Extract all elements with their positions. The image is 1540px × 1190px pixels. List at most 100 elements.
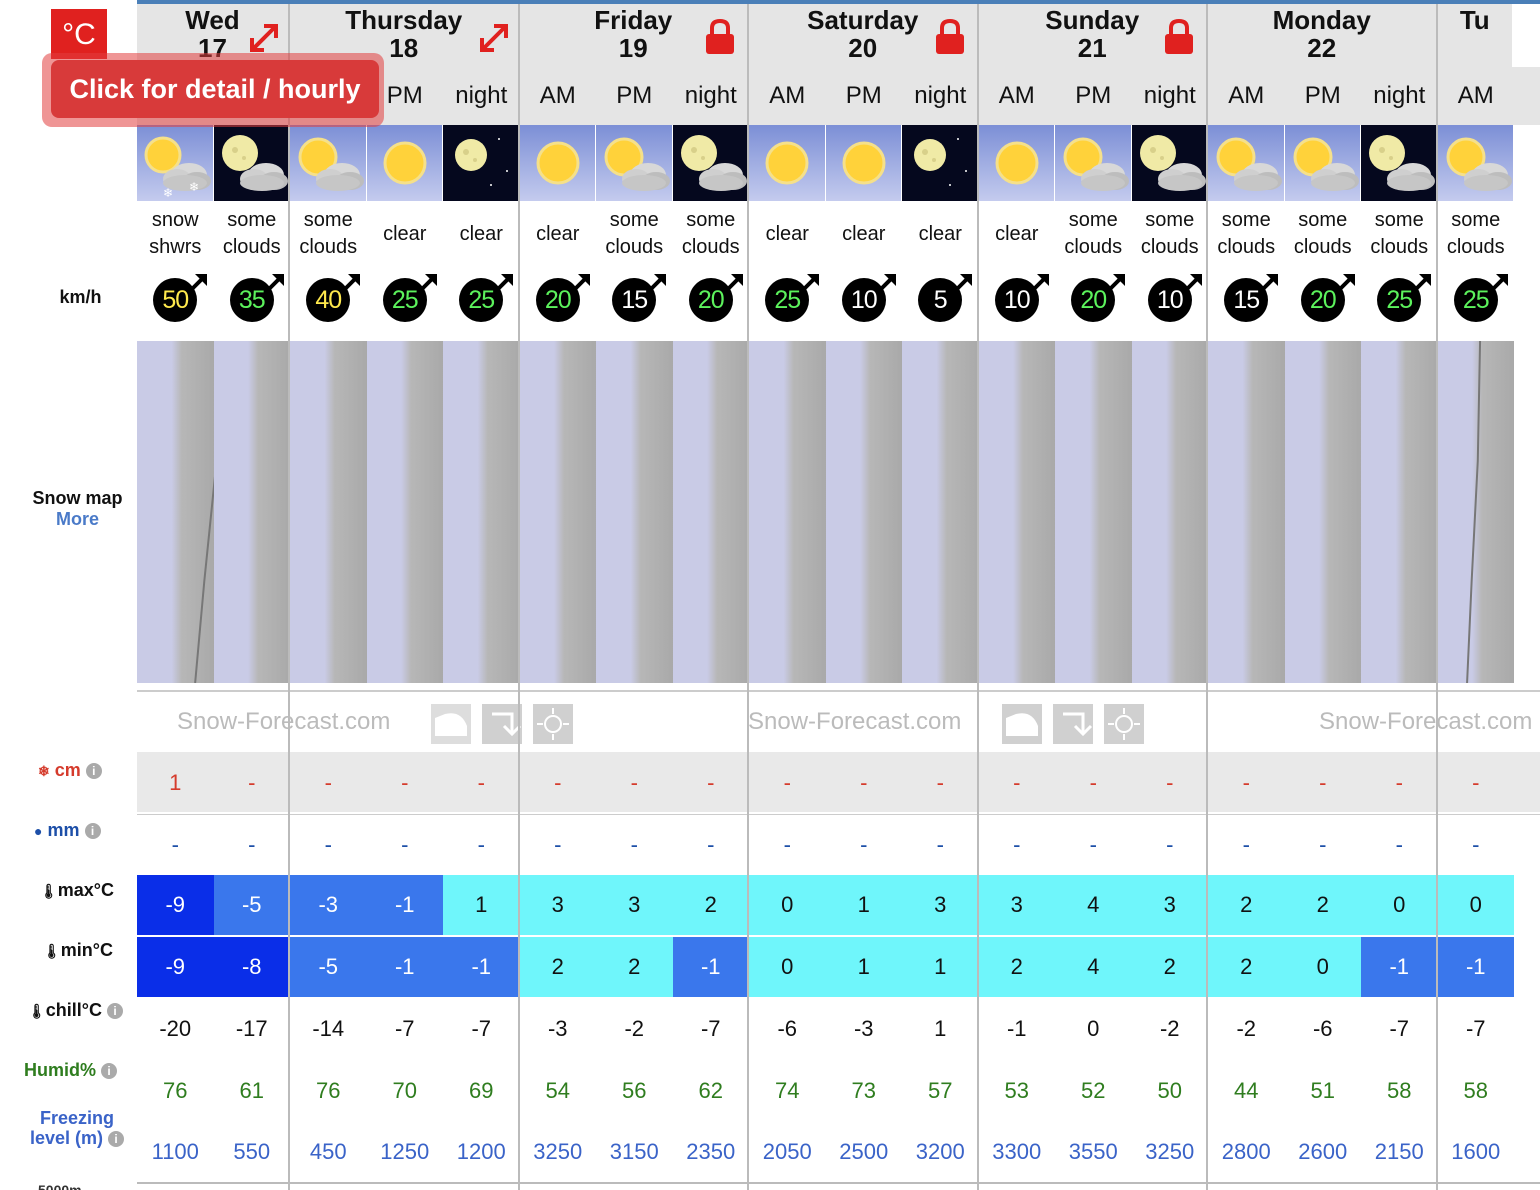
day-header[interactable]: Sunday 21 xyxy=(978,4,1206,67)
snow-map-image[interactable] xyxy=(366,341,443,683)
humidity-value: 56 xyxy=(622,1078,647,1103)
day-name: Monday xyxy=(1272,5,1371,35)
rain-value: - xyxy=(1319,832,1327,857)
wind-layer-button[interactable] xyxy=(482,704,522,744)
snow-map-image[interactable] xyxy=(825,341,902,683)
freezing-level-value: 3250 xyxy=(1145,1139,1195,1164)
sun-layer-button[interactable] xyxy=(1104,704,1144,744)
lock-icon[interactable] xyxy=(703,18,737,56)
snow-map-image[interactable] xyxy=(443,341,520,683)
weather-summary: clear xyxy=(459,222,503,245)
weather-summary: snow shwrs xyxy=(149,209,202,258)
snow-map-image[interactable] xyxy=(1284,341,1361,683)
snow-map-image[interactable] xyxy=(137,341,223,683)
lock-icon[interactable] xyxy=(1162,18,1196,56)
snow-map-image[interactable] xyxy=(1437,341,1514,683)
info-icon[interactable]: i xyxy=(101,1063,118,1080)
svg-text:❄: ❄ xyxy=(189,180,199,194)
period-label: night xyxy=(455,82,508,109)
min-temp-cell: 2 xyxy=(596,937,673,997)
freezing-level-value: 3550 xyxy=(1068,1139,1118,1164)
snow-value: - xyxy=(1242,770,1250,795)
day-separator xyxy=(1435,4,1438,1190)
day-header[interactable]: Tu xyxy=(1437,4,1512,67)
max-temp-cell: 2 xyxy=(1284,875,1361,935)
freezing-level-value: 3150 xyxy=(609,1139,659,1164)
snow-map-image[interactable] xyxy=(596,341,673,683)
day-header[interactable]: Friday 19 xyxy=(519,4,747,67)
min-temp-cell: -1 xyxy=(366,937,443,997)
period-label: night xyxy=(914,82,967,109)
min-temp-cell: 2 xyxy=(978,937,1055,997)
weather-summary: some clouds xyxy=(1064,209,1123,258)
moon-icon xyxy=(443,125,519,201)
min-temp-cell: 0 xyxy=(1284,937,1361,997)
freezing-level-value: 3250 xyxy=(533,1139,583,1164)
snow-value: - xyxy=(1166,770,1174,795)
sun-icon xyxy=(366,125,442,201)
snow-map-more-link[interactable]: More xyxy=(10,509,145,530)
chill-value: -7 xyxy=(1465,1016,1486,1041)
snow-value: - xyxy=(707,770,715,795)
sun-cloud-snow-icon: ❄ ❄ xyxy=(137,125,213,201)
humidity-value: 73 xyxy=(851,1078,876,1103)
max-temp-cell: 1 xyxy=(443,875,520,935)
snow-map-image[interactable] xyxy=(902,341,979,683)
snow-map-image[interactable] xyxy=(290,341,418,683)
wind-direction-icon xyxy=(1260,274,1279,292)
raindrop-icon: ● xyxy=(34,823,43,839)
snow-map-image[interactable] xyxy=(519,341,647,683)
snow-map-image[interactable] xyxy=(978,341,1106,683)
wind-layer-button[interactable] xyxy=(1053,704,1093,744)
snow-value: - xyxy=(1472,770,1480,795)
period-label: PM xyxy=(1304,82,1341,109)
snow-map-image[interactable] xyxy=(672,341,749,683)
info-icon[interactable]: i xyxy=(107,1003,124,1020)
snow-map-image[interactable] xyxy=(1361,341,1438,683)
snow-map-image[interactable] xyxy=(1055,341,1132,683)
sun-cloud-icon xyxy=(1208,125,1284,201)
max-temp-cell: -1 xyxy=(366,875,443,935)
snow-map-image[interactable] xyxy=(1131,341,1208,683)
expand-arrows-icon[interactable] xyxy=(476,20,512,56)
day-header[interactable]: Saturday 20 xyxy=(749,4,977,67)
humidity-value: 50 xyxy=(1157,1078,1182,1103)
rain-value: - xyxy=(1166,832,1174,857)
info-icon[interactable]: i xyxy=(108,1131,125,1148)
max-temp-label: 🌡︎max°C xyxy=(40,880,115,900)
wind-direction-icon xyxy=(189,274,208,292)
info-icon[interactable]: i xyxy=(84,823,101,840)
day-header[interactable]: Monday 22 xyxy=(1208,4,1436,67)
snow-map-image[interactable] xyxy=(749,341,877,683)
cloud-layer-button[interactable] xyxy=(1002,704,1042,744)
freezing-level-value: 2800 xyxy=(1221,1139,1271,1164)
sun-layer-button[interactable] xyxy=(533,704,573,744)
sun-icon xyxy=(825,125,901,201)
period-label: night xyxy=(1143,82,1196,109)
watermark-text: Snow-Forecast.com xyxy=(748,708,962,735)
chill-value: -2 xyxy=(1236,1016,1257,1041)
max-temp-cell: -9 xyxy=(137,875,214,935)
expand-arrows-icon[interactable] xyxy=(246,20,282,56)
lock-icon[interactable] xyxy=(933,18,967,56)
snow-map-image[interactable] xyxy=(213,341,290,683)
unit-toggle-button[interactable]: °C xyxy=(51,9,107,59)
rain-value: - xyxy=(630,832,638,857)
humidity-label: Humid% i xyxy=(24,1060,118,1081)
humidity-value: 53 xyxy=(1004,1078,1029,1103)
chill-value: -17 xyxy=(235,1016,268,1041)
freezing-level-value: 550 xyxy=(233,1139,271,1164)
humidity-value: 54 xyxy=(545,1078,570,1103)
cloud-layer-button[interactable] xyxy=(431,704,471,744)
rain-value: - xyxy=(248,832,256,857)
snow-value: 1 xyxy=(169,770,182,795)
freezing-level-value: 1200 xyxy=(456,1139,506,1164)
humidity-value: 74 xyxy=(775,1078,800,1103)
snow-value: - xyxy=(554,770,562,795)
info-icon[interactable]: i xyxy=(85,763,102,780)
detail-tooltip[interactable]: Click for detail / hourly xyxy=(51,60,379,118)
snow-map-image[interactable] xyxy=(1208,341,1336,683)
thermometer-icon: 🌡︎ xyxy=(43,943,61,959)
freezing-level-value: 2500 xyxy=(839,1139,889,1164)
min-temp-cell: -1 xyxy=(1361,937,1438,997)
